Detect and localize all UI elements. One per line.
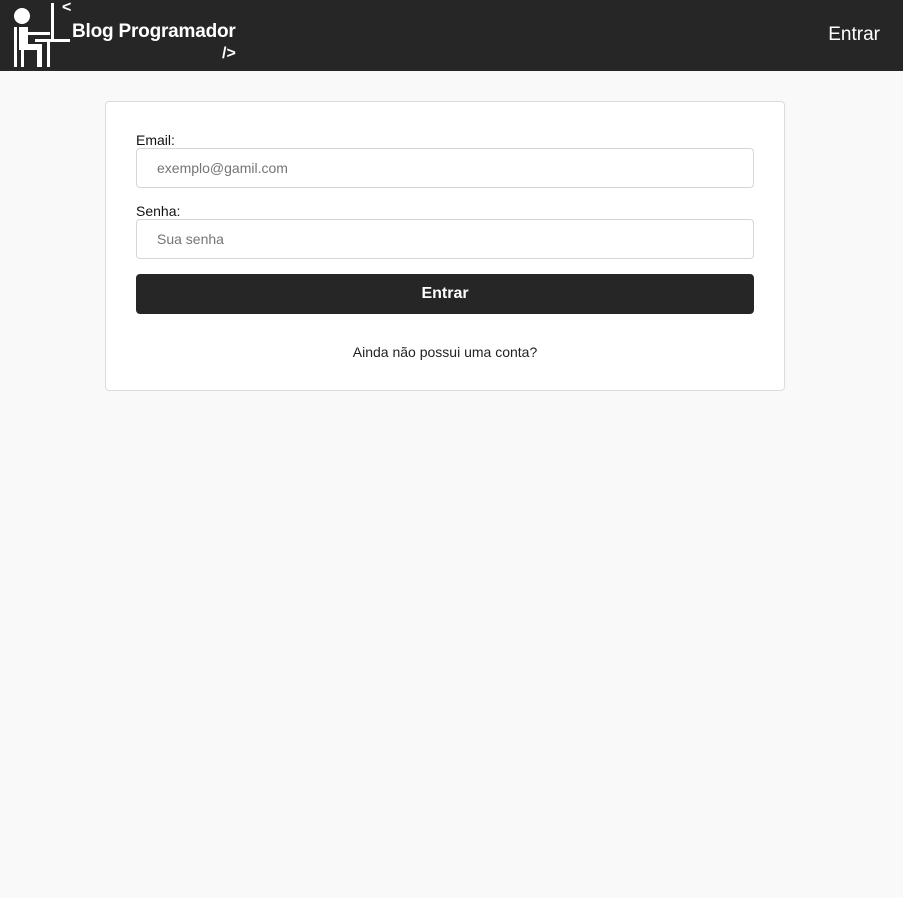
login-form: Email: Senha: Entrar Ainda não possui um… — [105, 101, 785, 391]
password-field[interactable] — [136, 219, 754, 259]
email-label: Email: — [136, 132, 175, 148]
brand-logo[interactable]: < Blog Programador /> — [10, 0, 250, 71]
password-label: Senha: — [136, 203, 181, 219]
email-field[interactable] — [136, 148, 754, 188]
top-navbar: < Blog Programador /> Entrar — [0, 0, 903, 71]
brand-name: Blog Programador — [72, 21, 236, 42]
signup-link[interactable]: Ainda não possui uma conta? — [106, 344, 784, 360]
nav-login-link[interactable]: Entrar — [828, 24, 880, 46]
login-button[interactable]: Entrar — [136, 274, 754, 314]
programmer-at-desk-icon — [14, 3, 70, 67]
brand-open-tag: < — [62, 0, 72, 16]
brand-close-tag: /> — [222, 45, 236, 62]
